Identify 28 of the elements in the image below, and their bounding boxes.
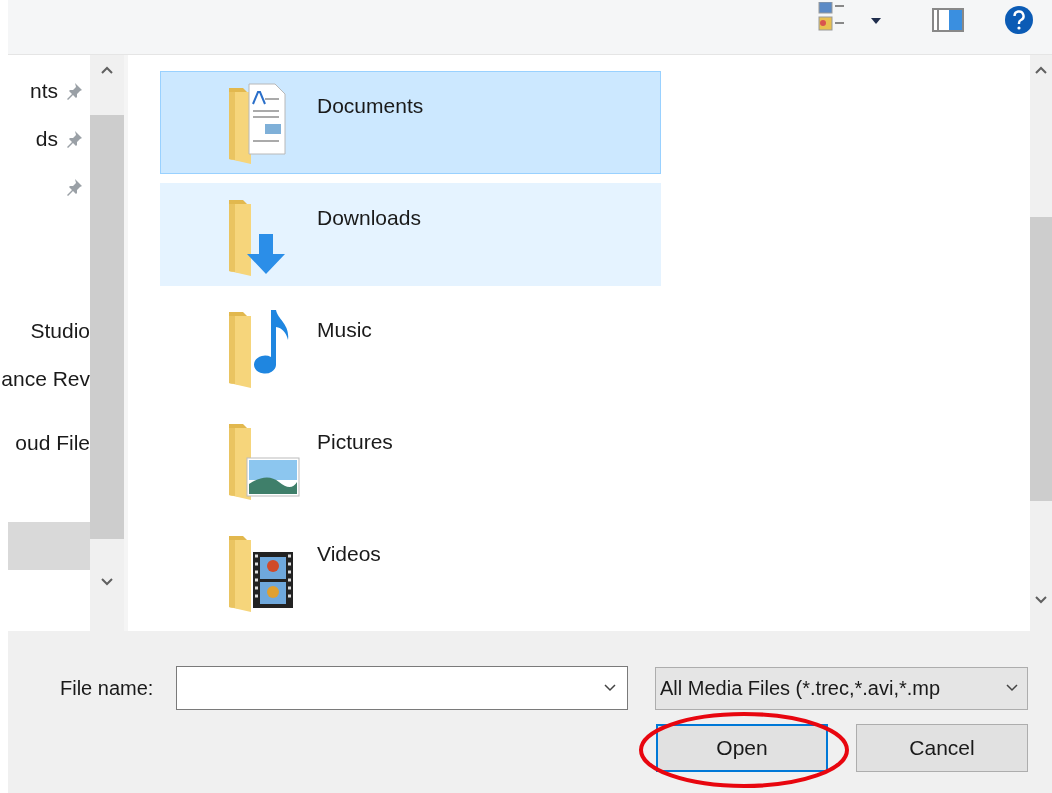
- file-name-field[interactable]: [176, 666, 628, 710]
- folder-item[interactable]: Downloads: [160, 183, 661, 286]
- file-type-dropdown[interactable]: All Media Files (*.trec,*.avi,*.mp: [655, 666, 1028, 710]
- scroll-thumb[interactable]: [1030, 217, 1052, 501]
- folder-item[interactable]: Documents: [160, 71, 661, 174]
- scroll-up-icon[interactable]: [100, 65, 114, 75]
- sidebar-item[interactable]: Studio: [30, 319, 90, 343]
- folder-item[interactable]: Videos: [160, 519, 661, 622]
- chevron-down-icon[interactable]: [1005, 683, 1019, 693]
- scroll-up-icon[interactable]: [1034, 65, 1048, 75]
- folder-item[interactable]: Music: [160, 295, 661, 398]
- sidebar-item[interactable]: ds: [35, 127, 58, 151]
- preview-pane-icon[interactable]: [932, 8, 964, 32]
- scroll-down-icon[interactable]: [1034, 595, 1048, 605]
- open-button[interactable]: Open: [656, 724, 828, 772]
- caret-icon[interactable]: [870, 17, 882, 25]
- help-icon[interactable]: [1004, 5, 1034, 35]
- folder-item[interactable]: Pictures: [160, 407, 661, 510]
- sidebar-item[interactable]: ance Rev: [1, 367, 90, 391]
- sidebar-item[interactable]: oud File: [15, 431, 90, 455]
- scrollbar[interactable]: [1030, 55, 1052, 631]
- scrollbar[interactable]: [90, 55, 128, 631]
- chevron-down-icon[interactable]: [603, 683, 617, 693]
- scroll-thumb[interactable]: [90, 115, 124, 539]
- file-name-label: File name:: [60, 676, 155, 700]
- sidebar-item[interactable]: nts: [30, 79, 58, 103]
- cancel-button[interactable]: Cancel: [856, 724, 1028, 772]
- scroll-down-icon[interactable]: [100, 577, 114, 587]
